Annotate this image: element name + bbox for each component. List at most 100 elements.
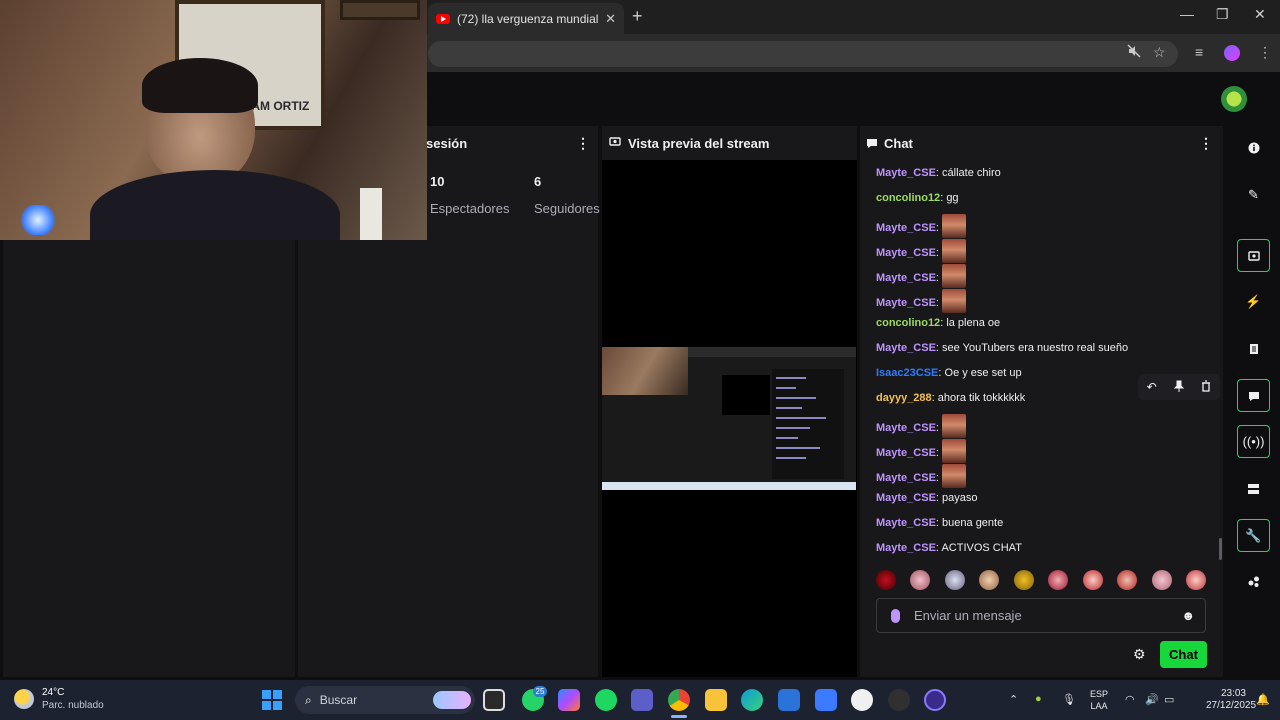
chat-emote[interactable] [942, 414, 967, 438]
chat-message[interactable]: Isaac23CSE: Oe y ese set up [876, 366, 1022, 380]
profile-avatar[interactable] [1224, 45, 1240, 61]
tab-close-icon[interactable]: ✕ [605, 11, 616, 27]
media-player-icon[interactable] [851, 689, 873, 711]
chat-username[interactable]: Mayte_CSE [876, 272, 936, 284]
file-explorer-icon[interactable] [705, 689, 727, 711]
browser-tab[interactable]: (72) lla verguenza mundiall con ✕ [428, 3, 624, 34]
emote-picker-icon[interactable]: ☻ [1181, 608, 1195, 623]
user-avatar[interactable] [1221, 86, 1247, 112]
delete-icon[interactable] [1201, 379, 1211, 395]
notes-icon[interactable] [1237, 332, 1270, 365]
emote-button[interactable] [1151, 570, 1172, 590]
mic-tray-icon[interactable]: 🎙 [1062, 693, 1076, 706]
chat-emote[interactable] [942, 239, 967, 263]
teams-icon[interactable] [631, 689, 653, 711]
chat-username[interactable]: Isaac23CSE [876, 367, 938, 379]
menu-icon[interactable]: ⋮ [1258, 44, 1272, 61]
emote-button[interactable] [1082, 570, 1103, 590]
chat-message[interactable]: Mayte_CSE: buena gente [876, 516, 1003, 530]
lightning-icon[interactable]: ⚡ [1237, 285, 1270, 318]
language-indicator[interactable]: ESP LAA [1090, 688, 1108, 712]
chat-toggle-icon[interactable] [1237, 379, 1270, 412]
chat-username[interactable]: Mayte_CSE [876, 422, 936, 434]
chat-username[interactable]: concolino12 [876, 192, 940, 204]
app-icon[interactable] [815, 689, 837, 711]
obs-icon[interactable] [924, 689, 946, 711]
layout-icon[interactable] [1237, 472, 1270, 505]
tools-icon[interactable]: 🔧 [1237, 519, 1270, 552]
edge-icon[interactable] [741, 689, 763, 711]
chat-message[interactable]: Mayte_CSE: [876, 214, 967, 240]
copilot-icon[interactable] [558, 689, 580, 711]
chat-scrollbar[interactable] [1219, 538, 1222, 560]
emote-button[interactable] [1013, 570, 1034, 590]
extensions-icon[interactable] [1237, 565, 1270, 598]
chat-username[interactable]: Mayte_CSE [876, 492, 936, 504]
chat-message[interactable]: dayyy_288: ahora tik tokkkkkk [876, 391, 1025, 405]
reply-icon[interactable]: ↶ [1147, 380, 1157, 394]
session-menu-icon[interactable]: ⋮ [576, 135, 590, 152]
info-icon[interactable] [1237, 131, 1270, 164]
chat-message[interactable]: concolino12: gg [876, 191, 959, 205]
chat-message[interactable]: Mayte_CSE: [876, 239, 967, 265]
store-icon[interactable] [778, 689, 800, 711]
chat-username[interactable]: Mayte_CSE [876, 342, 936, 354]
chat-message[interactable]: Mayte_CSE: [876, 439, 967, 465]
spotify-icon[interactable] [595, 689, 617, 711]
new-tab-button[interactable]: + [632, 6, 643, 27]
chat-username[interactable]: dayyy_288 [876, 392, 932, 404]
emote-button[interactable] [1185, 570, 1206, 590]
chat-emote[interactable] [942, 464, 967, 488]
chat-message[interactable]: Mayte_CSE: [876, 264, 967, 290]
chat-menu-icon[interactable]: ⋮ [1199, 135, 1213, 152]
chat-emote[interactable] [942, 264, 967, 288]
chat-username[interactable]: Mayte_CSE [876, 447, 936, 459]
chat-message[interactable]: Mayte_CSE: ACTIVOS CHAT [876, 541, 1022, 555]
tray-app-icon[interactable]: ● [1035, 693, 1042, 705]
chat-username[interactable]: Mayte_CSE [876, 247, 936, 259]
mic-icon[interactable] [891, 608, 900, 623]
media-control-icon[interactable]: ≡ [1195, 44, 1203, 60]
chat-message[interactable]: concolino12: la plena oe [876, 316, 1000, 330]
pin-icon[interactable] [1173, 380, 1185, 395]
chat-username[interactable]: Mayte_CSE [876, 517, 936, 529]
emote-button[interactable] [979, 570, 1000, 590]
chat-emote[interactable] [942, 289, 967, 313]
muted-icon[interactable] [1127, 44, 1141, 61]
broadcast-icon[interactable]: ((•)) [1237, 425, 1270, 458]
notifications-icon[interactable]: 🔔 [1256, 693, 1270, 706]
chat-emote[interactable] [942, 439, 967, 463]
taskbar-search[interactable]: ⌕ Buscar [295, 686, 475, 714]
emote-button[interactable] [910, 570, 931, 590]
chat-message[interactable]: Mayte_CSE: cállate chiro [876, 166, 1001, 180]
chat-message[interactable]: Mayte_CSE: [876, 464, 967, 490]
maximize-button[interactable]: ❐ [1216, 6, 1229, 23]
start-button[interactable] [262, 690, 282, 710]
task-view-icon[interactable] [483, 689, 505, 711]
steam-icon[interactable] [888, 689, 910, 711]
stream-preview-video[interactable] [602, 347, 856, 490]
minimize-button[interactable]: — [1180, 6, 1194, 22]
volume-icon[interactable]: 🔊 [1145, 693, 1159, 706]
chat-message[interactable]: Mayte_CSE: payaso [876, 491, 978, 505]
edit-icon[interactable]: ✎ [1237, 178, 1270, 211]
chat-username[interactable]: Mayte_CSE [876, 222, 936, 234]
clock[interactable]: 23:03 27/12/2025 [1206, 688, 1256, 712]
emote-button[interactable] [944, 570, 965, 590]
chat-username[interactable]: Mayte_CSE [876, 167, 936, 179]
tray-overflow-icon[interactable]: ⌃ [1009, 693, 1018, 706]
stream-preview-toggle-icon[interactable] [1237, 239, 1270, 272]
emote-button[interactable] [1117, 570, 1138, 590]
weather-widget[interactable]: 24°C Parc. nublado [14, 686, 104, 712]
battery-icon[interactable]: ▭ [1164, 693, 1174, 706]
chat-username[interactable]: Mayte_CSE [876, 297, 936, 309]
bookmark-star-icon[interactable]: ☆ [1153, 44, 1166, 61]
chat-message[interactable]: Mayte_CSE: see YouTubers era nuestro rea… [876, 341, 1128, 355]
chat-input[interactable]: Enviar un mensaje ☻ [876, 598, 1206, 633]
wifi-icon[interactable]: ◠ [1125, 693, 1135, 706]
chat-message[interactable]: Mayte_CSE: [876, 414, 967, 440]
chat-message[interactable]: Mayte_CSE: [876, 289, 967, 315]
emote-button[interactable] [1048, 570, 1069, 590]
close-window-button[interactable]: ✕ [1254, 6, 1266, 23]
chrome-icon[interactable] [668, 689, 690, 711]
